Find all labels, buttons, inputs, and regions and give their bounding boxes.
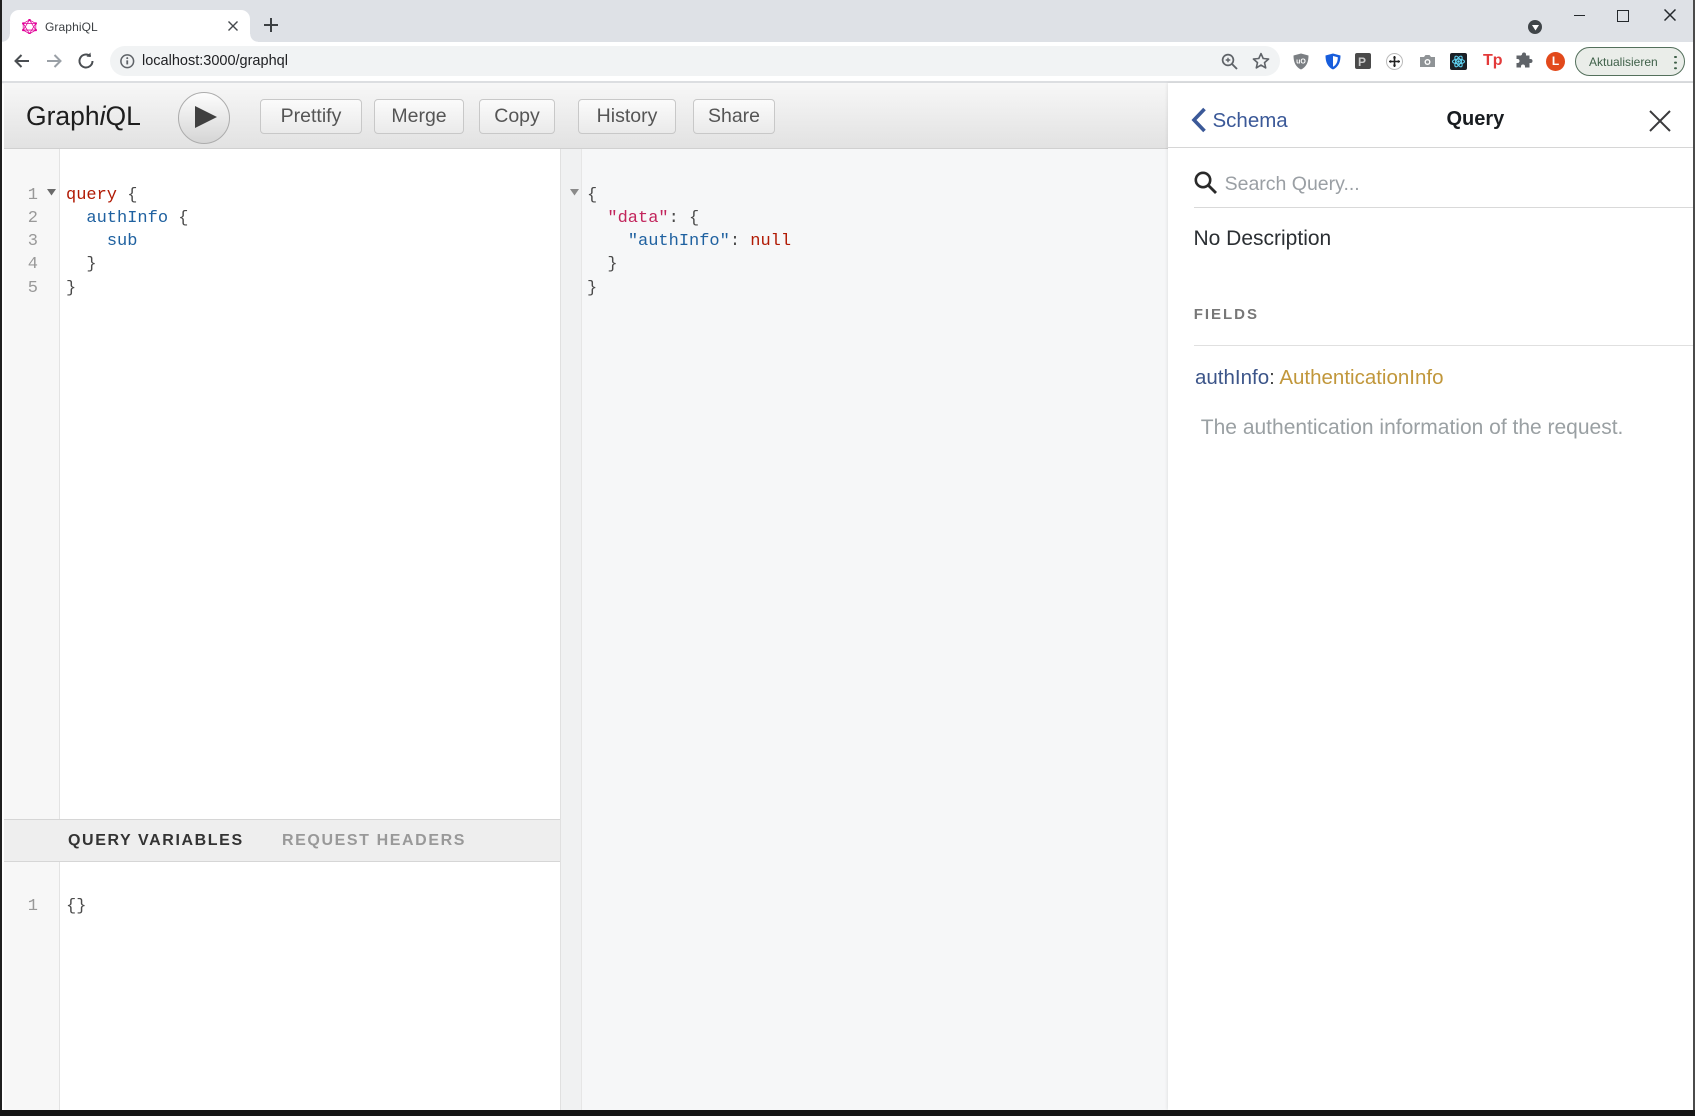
svg-text:uO: uO (1296, 58, 1306, 65)
